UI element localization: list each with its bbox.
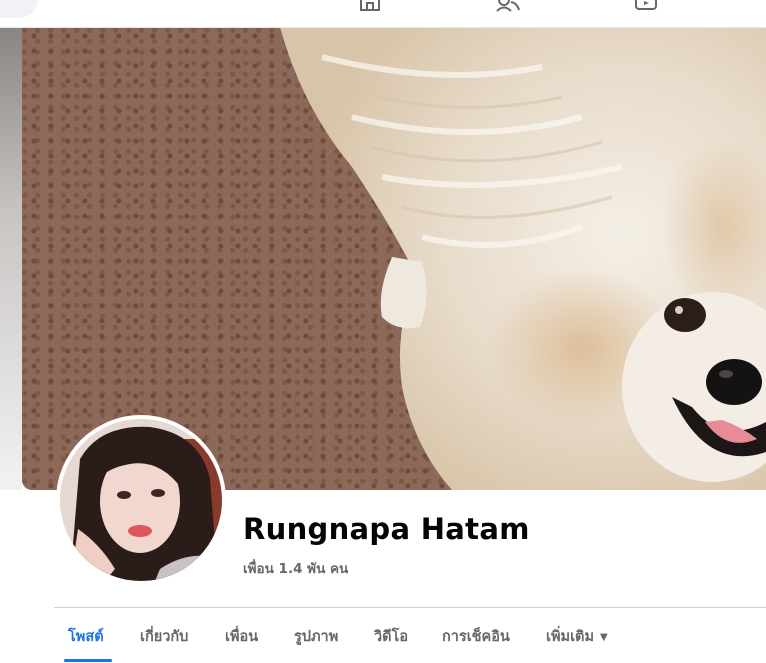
active-tab-indicator bbox=[64, 659, 112, 662]
watch-icon[interactable] bbox=[633, 0, 659, 12]
divider bbox=[54, 607, 766, 608]
profile-avatar[interactable] bbox=[56, 415, 226, 585]
top-navigation-bar bbox=[0, 0, 766, 28]
tab-photos[interactable]: รูปภาพ bbox=[294, 615, 338, 659]
tab-about[interactable]: เกี่ยวกับ bbox=[140, 615, 188, 659]
profile-name: Rungnapa Hatam bbox=[243, 512, 530, 546]
profile-photo bbox=[60, 419, 222, 581]
caret-down-icon: ▼ bbox=[600, 632, 608, 643]
tab-posts[interactable]: โพสต์ bbox=[68, 615, 104, 659]
page-background-fade bbox=[0, 27, 22, 490]
friends-icon[interactable] bbox=[495, 0, 521, 12]
tab-check-ins[interactable]: การเช็คอิน bbox=[442, 615, 510, 659]
tab-videos[interactable]: วิดีโอ bbox=[374, 615, 408, 659]
friends-count[interactable]: เพื่อน 1.4 พัน คน bbox=[243, 557, 348, 579]
tab-friends[interactable]: เพื่อน bbox=[225, 615, 258, 659]
tab-more[interactable]: เพิ่มเติม ▼ bbox=[546, 615, 608, 659]
tab-more-label: เพิ่มเติม bbox=[546, 629, 595, 645]
home-icon[interactable] bbox=[357, 0, 383, 12]
search-field-fragment[interactable] bbox=[0, 0, 38, 18]
